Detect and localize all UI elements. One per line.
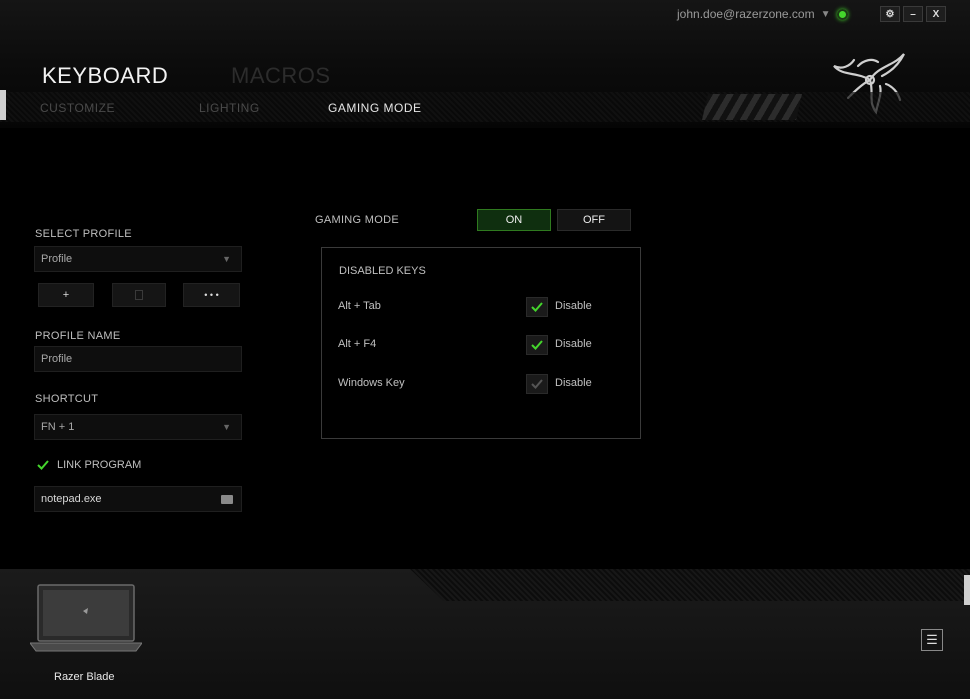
- link-program-toggle[interactable]: LINK PROGRAM: [36, 458, 141, 471]
- folder-icon[interactable]: [221, 495, 233, 504]
- user-email[interactable]: john.doe@razerzone.com: [677, 7, 815, 21]
- minimize-button[interactable]: –: [903, 6, 923, 22]
- profile-dropdown-value: Profile: [41, 253, 73, 265]
- disabled-keys-title: DISABLED KEYS: [339, 265, 426, 277]
- more-options-button[interactable]: • • •: [183, 283, 240, 307]
- shortcut-label: SHORTCUT: [35, 393, 99, 405]
- gaming-mode-on-button[interactable]: ON: [477, 209, 551, 231]
- trash-icon: [135, 290, 143, 300]
- subtab-gaming-mode[interactable]: GAMING MODE: [328, 101, 422, 115]
- laptop-device-icon[interactable]: [30, 583, 142, 653]
- header-stripes: [702, 94, 802, 120]
- subtab-customize[interactable]: CUSTOMIZE: [40, 101, 115, 115]
- shortcut-dropdown[interactable]: FN + 1 ▼: [34, 414, 242, 440]
- tab-macros[interactable]: MACROS: [231, 63, 331, 89]
- online-status-icon: [836, 8, 848, 20]
- profile-name-input[interactable]: Profile: [34, 346, 242, 372]
- app-window: john.doe@razerzone.com ▼ ⚙ – X KEYBOARD …: [0, 0, 970, 699]
- razer-logo-icon: [833, 53, 905, 115]
- user-area[interactable]: john.doe@razerzone.com ▼: [677, 7, 848, 21]
- footer-stripes: [410, 569, 970, 601]
- close-button[interactable]: X: [926, 6, 946, 22]
- disabled-keys-panel: DISABLED KEYS Alt + Tab Disable Alt + F4…: [321, 247, 641, 439]
- delete-profile-button[interactable]: [112, 283, 166, 307]
- select-profile-label: SELECT PROFILE: [35, 228, 132, 240]
- chevron-down-icon: ▼: [222, 422, 231, 432]
- chevron-down-icon: ▼: [222, 254, 231, 264]
- link-program-label: LINK PROGRAM: [57, 458, 142, 471]
- profile-dropdown[interactable]: Profile ▼: [34, 246, 242, 272]
- settings-button[interactable]: ⚙: [880, 6, 900, 22]
- gaming-mode-off-button[interactable]: OFF: [557, 209, 631, 231]
- add-profile-button[interactable]: +: [38, 283, 94, 307]
- disable-alt-f4-checkbox[interactable]: [526, 335, 548, 355]
- subtab-lighting[interactable]: LIGHTING: [199, 101, 260, 115]
- program-path-field[interactable]: notepad.exe: [34, 486, 242, 512]
- checkmark-icon: [531, 379, 543, 389]
- disable-alt-tab-label: Disable: [555, 300, 592, 312]
- program-path-value: notepad.exe: [41, 493, 102, 505]
- key-alt-f4-label: Alt + F4: [338, 338, 377, 350]
- device-name[interactable]: Razer Blade: [54, 671, 115, 683]
- profile-name-value: Profile: [41, 353, 73, 365]
- tab-keyboard[interactable]: KEYBOARD: [42, 63, 168, 89]
- menu-icon[interactable]: ☰: [921, 629, 943, 651]
- account-dropdown-icon[interactable]: ▼: [821, 9, 831, 20]
- disable-windows-key-checkbox[interactable]: [526, 374, 548, 394]
- checkmark-icon: [531, 340, 543, 350]
- gaming-mode-label: GAMING MODE: [315, 214, 399, 226]
- disable-windows-key-label: Disable: [555, 377, 592, 389]
- key-alt-tab-label: Alt + Tab: [338, 300, 381, 312]
- checkmark-icon[interactable]: [36, 458, 49, 471]
- header: john.doe@razerzone.com ▼ ⚙ – X KEYBOARD …: [0, 0, 970, 128]
- right-edge-notch: [964, 575, 970, 605]
- key-windows-label: Windows Key: [338, 377, 405, 389]
- disable-alt-f4-label: Disable: [555, 338, 592, 350]
- checkmark-icon: [531, 302, 543, 312]
- profile-name-label: PROFILE NAME: [35, 330, 121, 342]
- left-edge-notch: [0, 90, 6, 120]
- disable-alt-tab-checkbox[interactable]: [526, 297, 548, 317]
- shortcut-value: FN + 1: [41, 421, 75, 433]
